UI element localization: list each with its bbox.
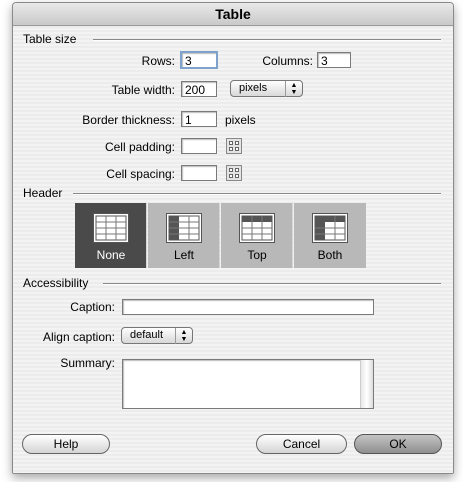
border-thickness-field[interactable]: 1 (181, 111, 217, 127)
header-none-button[interactable]: None (75, 203, 147, 268)
popup-arrows-icon: ▲ ▼ (285, 81, 302, 97)
summary-label: Summary: (60, 356, 115, 370)
cell-spacing-grid-icon[interactable] (226, 165, 242, 181)
table-header-left-icon (166, 213, 202, 243)
cell-padding-label: Cell padding: (104, 140, 175, 154)
rows-label: Rows: (141, 54, 175, 68)
caption-field[interactable] (122, 299, 374, 315)
table-size-divider (93, 39, 441, 41)
table-width-label: Table width: (111, 83, 175, 97)
align-caption-label: Align caption: (42, 330, 115, 344)
cancel-button[interactable]: Cancel (256, 434, 347, 454)
summary-textarea[interactable] (122, 359, 374, 409)
header-both-button[interactable]: Both (294, 203, 366, 268)
help-button[interactable]: Help (22, 434, 110, 454)
popup-arrows-icon: ▲ ▼ (175, 328, 192, 344)
accessibility-section-label: Accessibility (23, 276, 89, 290)
header-left-button[interactable]: Left (148, 203, 220, 268)
ok-button[interactable]: OK (354, 434, 442, 454)
columns-field[interactable]: 3 (317, 52, 351, 68)
dialog-content: Table size Rows: 3 Columns: 3 Table widt… (13, 26, 453, 473)
width-unit-popup[interactable]: pixels ▲ ▼ (230, 80, 303, 97)
table-header-both-icon (312, 213, 348, 243)
align-caption-value: default (130, 329, 164, 341)
cell-padding-grid-icon[interactable] (226, 138, 242, 154)
caption-label: Caption: (70, 300, 115, 314)
table-header-top-icon (239, 213, 275, 243)
dialog-title: Table (13, 3, 453, 26)
rows-field[interactable]: 3 (180, 51, 218, 69)
header-top-button[interactable]: Top (221, 203, 293, 268)
border-thickness-label: Border thickness: (82, 113, 175, 127)
header-divider (73, 193, 441, 195)
summary-text (123, 360, 373, 364)
header-top-label: Top (247, 248, 267, 262)
table-header-none-icon (93, 213, 129, 243)
cell-padding-field[interactable] (181, 138, 217, 154)
table-dialog: Table Table size Rows: 3 Columns: 3 Tabl… (12, 2, 454, 474)
cell-spacing-label: Cell spacing: (106, 167, 175, 181)
table-size-section-label: Table size (23, 32, 77, 46)
align-caption-popup[interactable]: default ▲ ▼ (121, 327, 193, 344)
cell-spacing-field[interactable] (181, 165, 217, 181)
table-width-field[interactable]: 200 (181, 81, 217, 97)
accessibility-divider (103, 283, 441, 285)
summary-scrollbar[interactable] (360, 360, 373, 408)
border-unit-label: pixels (225, 113, 256, 127)
columns-label: Columns: (262, 54, 313, 68)
width-unit-value: pixels (239, 82, 268, 94)
header-both-label: Both (317, 248, 343, 262)
header-none-label: None (96, 248, 126, 262)
header-section-label: Header (23, 186, 63, 200)
header-left-label: Left (173, 248, 194, 262)
